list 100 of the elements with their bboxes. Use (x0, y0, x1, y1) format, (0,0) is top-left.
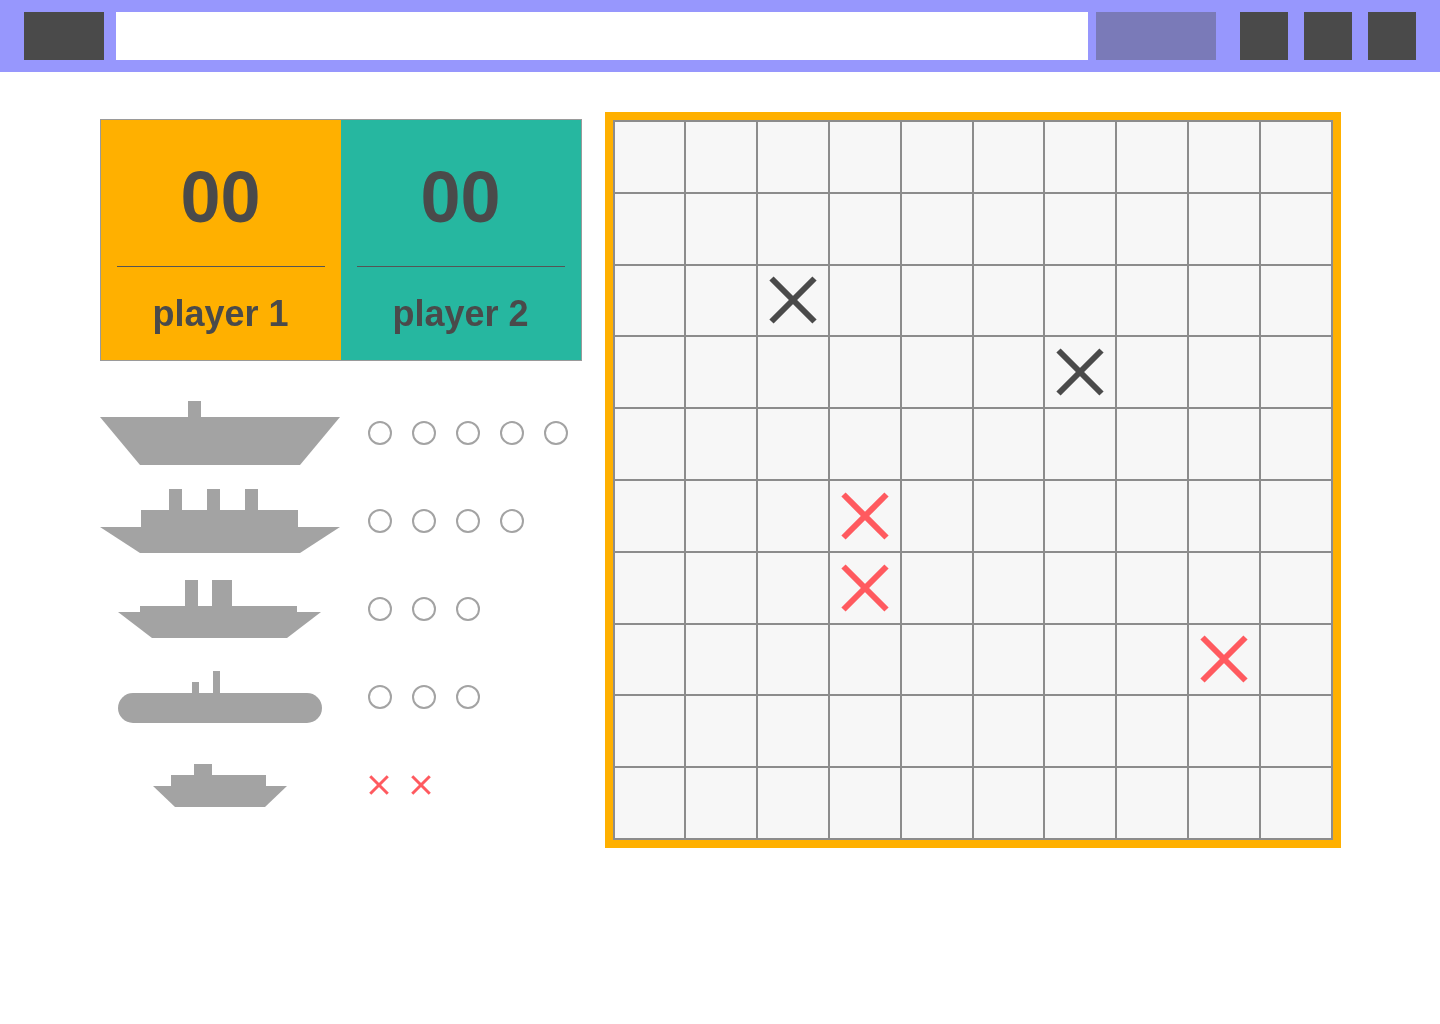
board-cell[interactable] (1188, 193, 1259, 264)
board-cell[interactable] (614, 409, 685, 479)
board-cell[interactable] (686, 768, 757, 838)
board-cell[interactable] (973, 193, 1044, 264)
board-cell[interactable] (829, 481, 900, 551)
board-cell[interactable] (1260, 409, 1331, 479)
board-cell[interactable] (901, 552, 972, 623)
board-cell[interactable] (1045, 696, 1116, 767)
board-cell[interactable] (1045, 624, 1116, 695)
board-cell[interactable] (1260, 337, 1331, 408)
board-cell[interactable] (614, 337, 685, 408)
board-cell[interactable] (1188, 624, 1259, 695)
board-cell[interactable] (614, 193, 685, 264)
board-cell[interactable] (1045, 552, 1116, 623)
board-cell[interactable] (1188, 122, 1259, 192)
board-cell[interactable] (686, 552, 757, 623)
board-cell[interactable] (1188, 409, 1259, 479)
board-cell[interactable] (901, 337, 972, 408)
board-cell[interactable] (1260, 624, 1331, 695)
board-cell[interactable] (973, 409, 1044, 479)
board-cell[interactable] (1045, 193, 1116, 264)
address-field[interactable] (116, 12, 1088, 60)
board-cell[interactable] (686, 696, 757, 767)
board-cell[interactable] (758, 122, 828, 192)
board-cell[interactable] (1045, 337, 1116, 408)
board-cell[interactable] (1260, 481, 1331, 551)
board-cell[interactable] (973, 552, 1044, 623)
board-cell[interactable] (686, 409, 757, 479)
board-cell[interactable] (686, 624, 757, 695)
board-cell[interactable] (686, 481, 757, 551)
board-cell[interactable] (1045, 409, 1116, 479)
board-cell[interactable] (758, 265, 828, 336)
board-cell[interactable] (973, 265, 1044, 336)
board-cell[interactable] (1260, 696, 1331, 767)
board-cell[interactable] (829, 122, 900, 192)
board-cell[interactable] (1117, 768, 1187, 838)
board-cell[interactable] (614, 624, 685, 695)
board-cell[interactable] (1045, 768, 1116, 838)
board-cell[interactable] (1117, 409, 1187, 479)
board-cell[interactable] (614, 552, 685, 623)
board-cell[interactable] (1045, 481, 1116, 551)
board-cell[interactable] (829, 337, 900, 408)
board-cell[interactable] (901, 481, 972, 551)
board-cell[interactable] (1045, 265, 1116, 336)
board-cell[interactable] (973, 481, 1044, 551)
board-cell[interactable] (973, 122, 1044, 192)
board-cell[interactable] (1188, 265, 1259, 336)
board-cell[interactable] (686, 265, 757, 336)
board-cell[interactable] (1188, 768, 1259, 838)
board-cell[interactable] (758, 193, 828, 264)
board-cell[interactable] (1117, 265, 1187, 336)
board-cell[interactable] (1117, 624, 1187, 695)
board-cell[interactable] (829, 624, 900, 695)
board-cell[interactable] (1260, 768, 1331, 838)
board-cell[interactable] (901, 624, 972, 695)
board-cell[interactable] (1117, 552, 1187, 623)
board-cell[interactable] (1188, 337, 1259, 408)
board-cell[interactable] (614, 481, 685, 551)
board-cell[interactable] (758, 696, 828, 767)
board-cell[interactable] (901, 409, 972, 479)
board-cell[interactable] (1117, 337, 1187, 408)
board-cell[interactable] (1117, 122, 1187, 192)
board-cell[interactable] (1045, 122, 1116, 192)
board-cell[interactable] (1260, 552, 1331, 623)
board-cell[interactable] (614, 696, 685, 767)
board-cell[interactable] (758, 481, 828, 551)
board-cell[interactable] (901, 265, 972, 336)
board-cell[interactable] (758, 409, 828, 479)
board-cell[interactable] (829, 265, 900, 336)
board-cell[interactable] (1188, 481, 1259, 551)
board-cell[interactable] (829, 552, 900, 623)
board-cell[interactable] (1117, 193, 1187, 264)
board-cell[interactable] (758, 768, 828, 838)
board-cell[interactable] (1260, 193, 1331, 264)
board-cell[interactable] (1260, 122, 1331, 192)
board-cell[interactable] (686, 337, 757, 408)
board-cell[interactable] (901, 122, 972, 192)
board-cell[interactable] (829, 193, 900, 264)
board-cell[interactable] (614, 768, 685, 838)
board-cell[interactable] (614, 265, 685, 336)
board-cell[interactable] (1117, 481, 1187, 551)
board-cell[interactable] (973, 337, 1044, 408)
board-cell[interactable] (1188, 696, 1259, 767)
board-cell[interactable] (1260, 265, 1331, 336)
board-cell[interactable] (901, 768, 972, 838)
board-cell[interactable] (758, 624, 828, 695)
board-cell[interactable] (1117, 696, 1187, 767)
board-cell[interactable] (614, 122, 685, 192)
board-cell[interactable] (829, 768, 900, 838)
board-cell[interactable] (829, 409, 900, 479)
board-cell[interactable] (758, 337, 828, 408)
board-cell[interactable] (973, 768, 1044, 838)
board-cell[interactable] (1188, 552, 1259, 623)
board-cell[interactable] (973, 696, 1044, 767)
board-cell[interactable] (901, 696, 972, 767)
board-cell[interactable] (758, 552, 828, 623)
board-cell[interactable] (973, 624, 1044, 695)
board-cell[interactable] (686, 122, 757, 192)
board-cell[interactable] (829, 696, 900, 767)
board-cell[interactable] (901, 193, 972, 264)
